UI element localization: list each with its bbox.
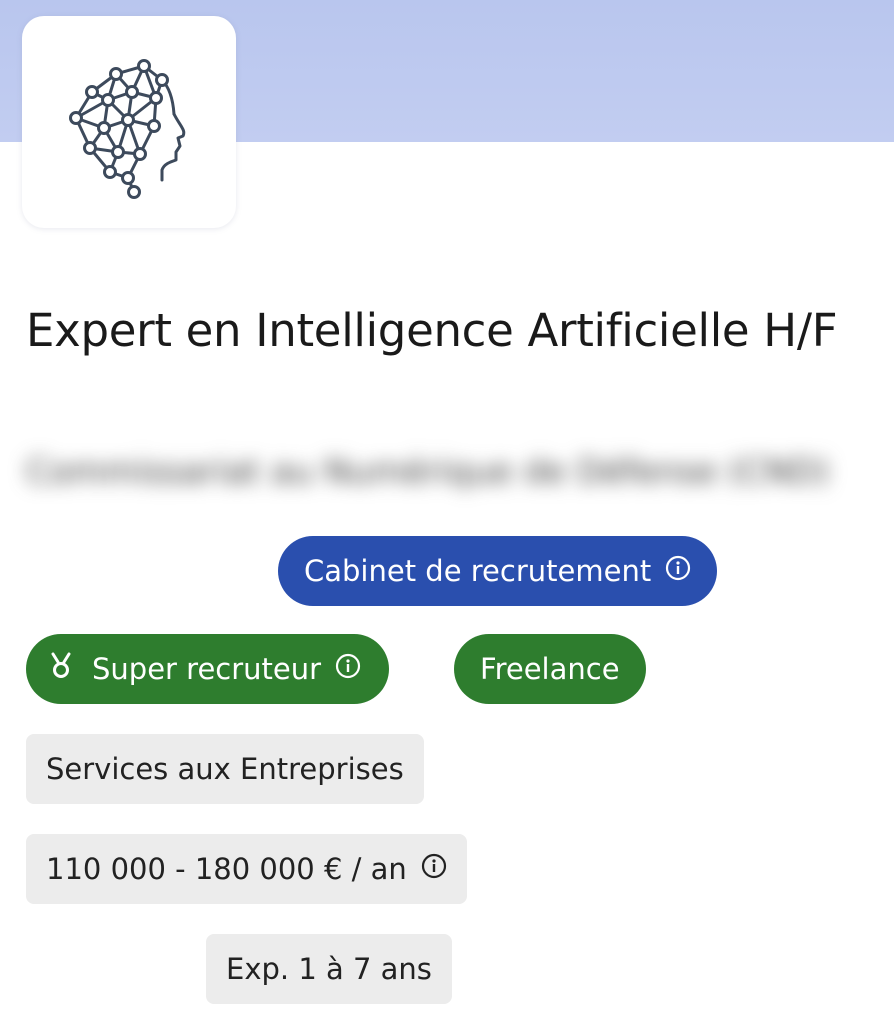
info-icon[interactable]	[665, 554, 691, 588]
experience-tag[interactable]: Exp. 1 à 7 ans	[206, 934, 452, 1004]
company-logo[interactable]	[22, 16, 236, 228]
recruiter-type-badge[interactable]: Cabinet de recrutement	[278, 536, 718, 606]
recruiter-type-label: Cabinet de recrutement	[304, 554, 652, 588]
super-recruiter-badge[interactable]: Super recruteur	[26, 634, 390, 704]
contract-type-label: Freelance	[480, 652, 620, 686]
job-title[interactable]: Expert en Intelligence Artificielle H/F	[26, 298, 866, 364]
salary-tag[interactable]: 110 000 - 180 000 € / an	[26, 834, 467, 904]
contract-type-badge[interactable]: Freelance	[454, 634, 646, 704]
super-recruiter-label: Super recruteur	[92, 652, 322, 686]
job-card: Expert en Intelligence Artificielle H/F …	[0, 0, 894, 1034]
sector-label: Services aux Entreprises	[46, 752, 404, 786]
medal-icon	[50, 652, 72, 687]
company-name[interactable]: Commissariat au Numérique de Défense (CN…	[26, 452, 830, 492]
info-icon[interactable]	[335, 652, 361, 686]
ai-brain-head-icon	[69, 59, 186, 199]
sector-tag[interactable]: Services aux Entreprises	[26, 734, 424, 804]
salary-label: 110 000 - 180 000 € / an	[46, 852, 407, 886]
info-icon[interactable]	[421, 852, 447, 886]
experience-label: Exp. 1 à 7 ans	[226, 952, 432, 986]
